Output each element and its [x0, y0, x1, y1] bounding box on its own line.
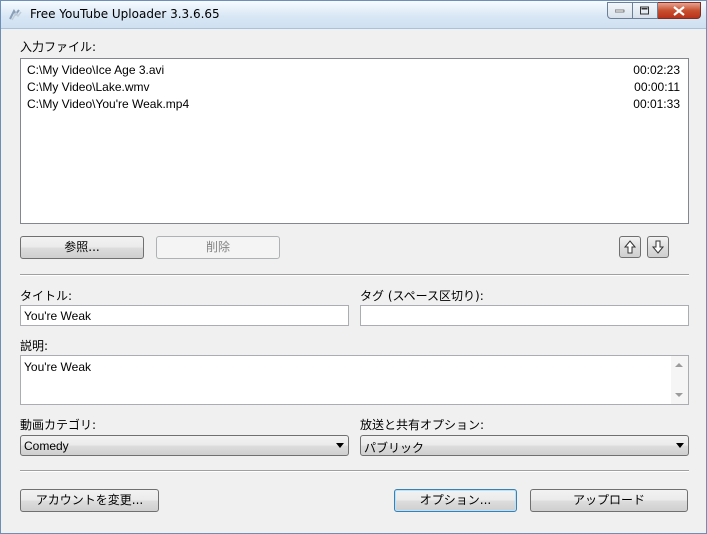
description-text: You're Weak [24, 360, 92, 374]
file-list-item[interactable]: C:\My Video\You're Weak.mp4 00:01:33 [27, 97, 680, 113]
app-window: Free YouTube Uploader 3.3.6.65 入力ファイル: C… [0, 0, 707, 534]
privacy-select[interactable]: パブリック [360, 435, 689, 456]
maximize-button[interactable] [633, 2, 658, 19]
change-account-label: アカウントを変更... [35, 493, 144, 507]
chevron-down-icon [676, 443, 684, 448]
close-button[interactable] [658, 2, 701, 19]
file-list-item[interactable]: C:\My Video\Lake.wmv 00:00:11 [27, 80, 680, 96]
scroll-down-icon[interactable] [675, 393, 683, 397]
browse-button[interactable]: 参照... [20, 236, 144, 259]
category-value: Comedy [24, 439, 69, 453]
description-input[interactable]: You're Weak [20, 355, 689, 405]
privacy-label: 放送と共有オプション: [360, 418, 485, 432]
scroll-up-icon[interactable] [675, 363, 683, 367]
window-controls [607, 2, 701, 20]
tags-input[interactable] [360, 305, 689, 326]
divider [20, 470, 689, 472]
category-select[interactable]: Comedy [20, 435, 349, 456]
file-path: C:\My Video\Ice Age 3.avi [27, 63, 165, 77]
divider [20, 274, 689, 276]
delete-button[interactable]: 削除 [156, 236, 280, 259]
description-label: 説明: [20, 339, 49, 353]
description-scrollbar[interactable] [671, 356, 688, 404]
file-list-item[interactable]: C:\My Video\Ice Age 3.avi 00:02:23 [27, 63, 680, 79]
delete-button-label: 削除 [205, 240, 230, 254]
title-input[interactable]: You're Weak [20, 305, 349, 326]
file-path: C:\My Video\You're Weak.mp4 [27, 97, 190, 111]
options-button[interactable]: オプション... [394, 489, 517, 512]
browse-button-label: 参照... [64, 240, 100, 254]
upload-label: アップロード [572, 493, 645, 507]
title-label: タイトル: [20, 289, 73, 303]
window-title: Free YouTube Uploader 3.3.6.65 [30, 7, 220, 21]
file-duration: 00:02:23 [633, 63, 680, 77]
file-duration: 00:00:11 [634, 80, 680, 94]
minimize-icon [615, 9, 625, 12]
tags-label: タグ (スペース区切り): [360, 289, 484, 303]
file-duration: 00:01:33 [633, 97, 680, 111]
change-account-button[interactable]: アカウントを変更... [20, 489, 159, 512]
title-bar[interactable]: Free YouTube Uploader 3.3.6.65 [1, 1, 706, 29]
options-label: オプション... [419, 493, 492, 507]
privacy-value: パブリック [364, 441, 425, 455]
input-files-label: 入力ファイル: [20, 40, 97, 54]
arrow-up-icon [623, 240, 637, 254]
file-path: C:\My Video\Lake.wmv [27, 80, 150, 94]
close-icon [673, 5, 685, 16]
category-label: 動画カテゴリ: [20, 418, 97, 432]
app-logo-icon [7, 7, 23, 23]
chevron-down-icon [336, 443, 344, 448]
upload-button[interactable]: アップロード [530, 489, 688, 512]
maximize-icon [640, 6, 649, 14]
file-list[interactable]: C:\My Video\Ice Age 3.avi 00:02:23 C:\My… [20, 58, 689, 224]
minimize-button[interactable] [607, 2, 633, 19]
move-down-button[interactable] [647, 236, 669, 258]
arrow-down-icon [651, 240, 665, 254]
move-up-button[interactable] [619, 236, 641, 258]
